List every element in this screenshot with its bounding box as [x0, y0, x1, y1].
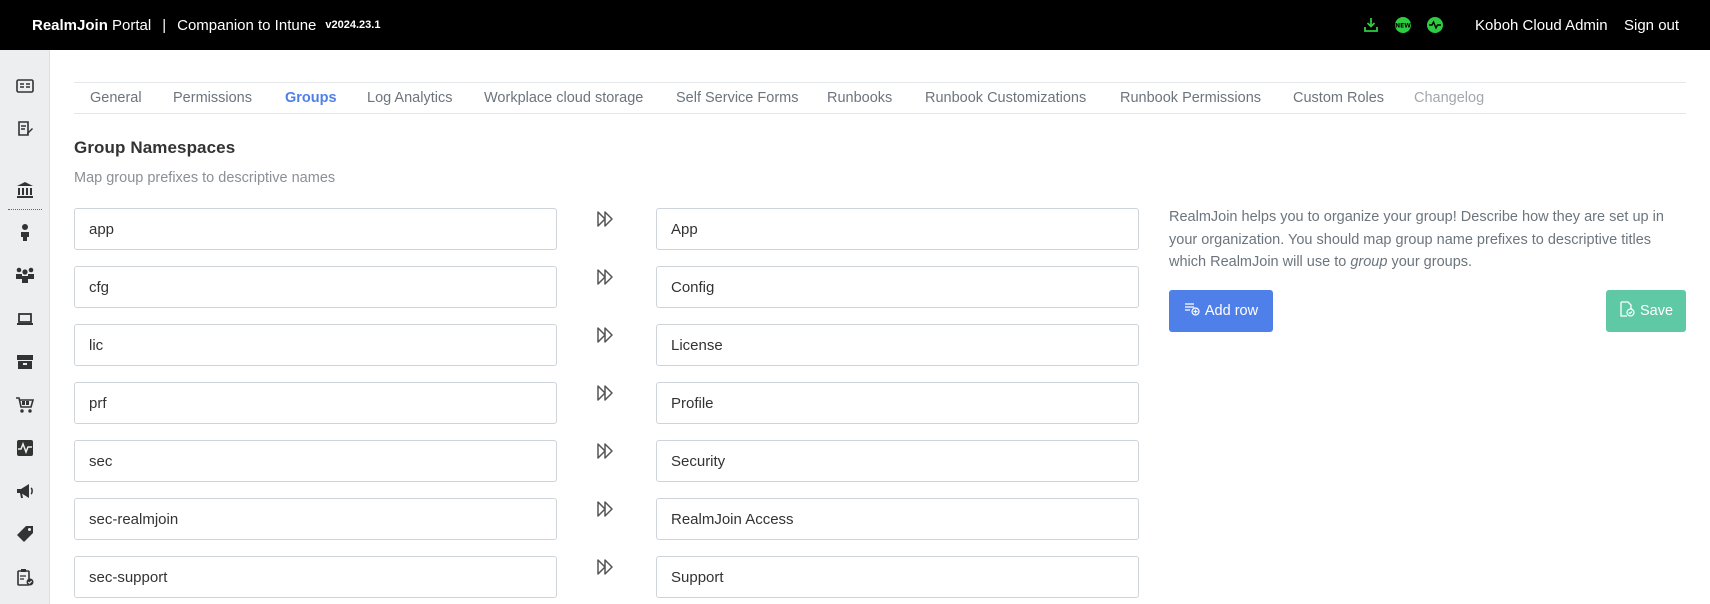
help-text-part2: your groups. [1387, 254, 1473, 270]
prefix-input[interactable] [74, 382, 557, 424]
save-label: Save [1639, 303, 1674, 319]
users-icon[interactable] [14, 264, 36, 286]
megaphone-icon[interactable] [14, 480, 36, 502]
signout-link[interactable]: Sign out [1624, 0, 1679, 50]
cart-icon[interactable] [14, 394, 36, 416]
name-input[interactable] [656, 440, 1139, 482]
prefix-input[interactable] [74, 208, 557, 250]
name-input[interactable] [656, 208, 1139, 250]
help-text: RealmJoin helps you to organize your gro… [1169, 206, 1689, 274]
dashboard-icon[interactable] [14, 75, 36, 97]
double-chevron-right-icon [595, 556, 617, 578]
header-icons: NEW [1361, 15, 1445, 35]
help-text-emphasis: group [1350, 254, 1388, 270]
double-chevron-right-icon [595, 440, 617, 462]
heartbeat-icon[interactable] [1425, 15, 1445, 35]
laptop-icon[interactable] [14, 308, 36, 330]
prefix-input[interactable] [74, 556, 557, 598]
double-chevron-right-icon [595, 498, 617, 520]
tab-groups[interactable]: Groups [285, 83, 337, 113]
add-row-button[interactable]: Add row [1169, 290, 1273, 332]
mapping-row [74, 498, 1140, 540]
mapping-row [74, 556, 1140, 598]
brand[interactable]: RealmJoin Portal | Companion to Intune v… [32, 0, 380, 50]
tab-custom-roles[interactable]: Custom Roles [1293, 83, 1384, 113]
tab-permissions[interactable]: Permissions [173, 83, 252, 113]
prefix-input[interactable] [74, 440, 557, 482]
settings-tabs: General Permissions Groups Log Analytics… [74, 82, 1686, 114]
file-save-icon [1619, 301, 1635, 321]
save-button[interactable]: Save [1606, 290, 1686, 332]
name-input[interactable] [656, 556, 1139, 598]
version-label: v2024.23.1 [325, 19, 381, 31]
bank-icon[interactable] [14, 179, 36, 201]
brand-separator: | [162, 16, 167, 34]
tab-runbook-permissions[interactable]: Runbook Permissions [1120, 83, 1261, 113]
double-chevron-right-icon [595, 208, 617, 230]
prefix-input[interactable] [74, 324, 557, 366]
tab-runbook-customizations[interactable]: Runbook Customizations [925, 83, 1086, 113]
user-menu[interactable]: Koboh Cloud Admin [1475, 0, 1608, 50]
mapping-row [74, 266, 1140, 308]
brand-subtitle: Companion to Intune [177, 16, 317, 34]
mapping-row [74, 324, 1140, 366]
download-icon[interactable] [1361, 15, 1381, 35]
brand-name: RealmJoin [32, 16, 108, 34]
new-badge-icon[interactable]: NEW [1393, 15, 1413, 35]
add-row-label: Add row [1204, 303, 1259, 319]
svg-text:NEW: NEW [1395, 23, 1411, 30]
name-input[interactable] [656, 266, 1139, 308]
sidebar-separator [8, 209, 42, 210]
user-icon[interactable] [14, 221, 36, 243]
tab-log-analytics[interactable]: Log Analytics [367, 83, 452, 113]
sidebar [0, 50, 50, 604]
tab-workplace-cloud-storage[interactable]: Workplace cloud storage [484, 83, 643, 113]
tag-icon[interactable] [14, 523, 36, 545]
clipboard-check-icon[interactable] [14, 566, 36, 588]
heartbeat-icon[interactable] [14, 437, 36, 459]
tab-self-service-forms[interactable]: Self Service Forms [676, 83, 798, 113]
name-input[interactable] [656, 382, 1139, 424]
package-icon[interactable] [14, 351, 36, 373]
notes-icon[interactable] [14, 118, 36, 140]
prefix-input[interactable] [74, 266, 557, 308]
mapping-row [74, 382, 1140, 424]
section-subtitle: Map group prefixes to descriptive names [74, 170, 336, 186]
section-title: Group Namespaces [74, 138, 236, 157]
name-input[interactable] [656, 324, 1139, 366]
mapping-row [74, 440, 1140, 482]
mapping-row [74, 208, 1140, 250]
double-chevron-right-icon [595, 266, 617, 288]
top-navbar: RealmJoin Portal | Companion to Intune v… [0, 0, 1710, 50]
name-input[interactable] [656, 498, 1139, 540]
list-add-icon [1184, 302, 1200, 320]
double-chevron-right-icon [595, 324, 617, 346]
double-chevron-right-icon [595, 382, 617, 404]
tab-runbooks[interactable]: Runbooks [827, 83, 892, 113]
brand-portal: Portal [112, 16, 152, 34]
prefix-input[interactable] [74, 498, 557, 540]
tab-changelog: Changelog [1414, 90, 1485, 106]
tab-general[interactable]: General [90, 83, 142, 113]
